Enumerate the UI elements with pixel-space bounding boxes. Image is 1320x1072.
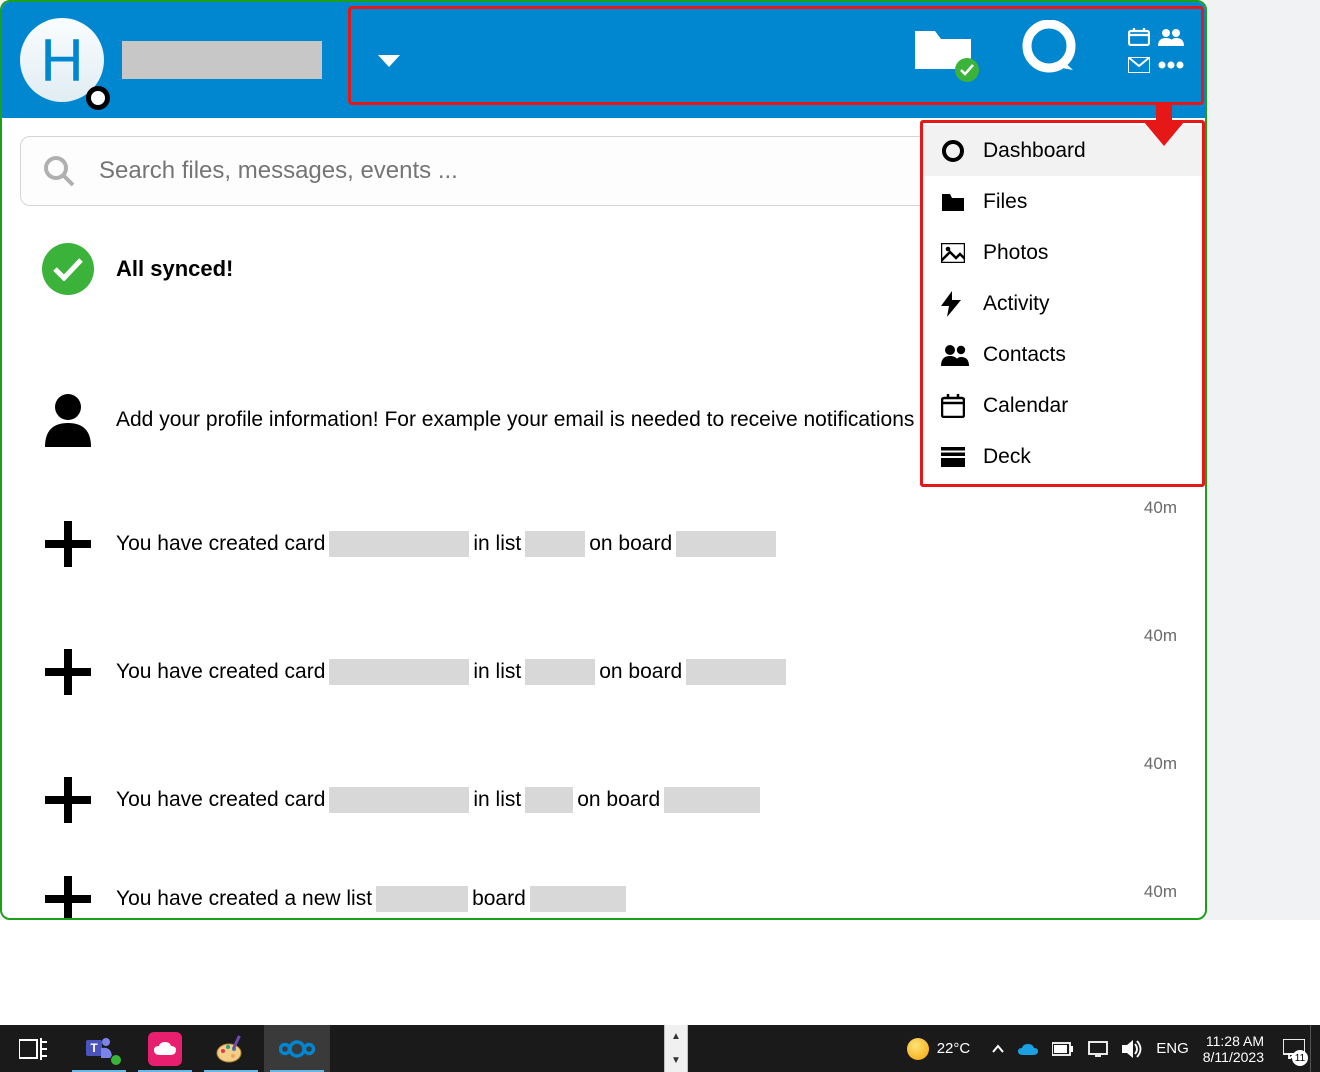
menu-item-label: Activity bbox=[983, 292, 1050, 316]
timestamp: 40m bbox=[1144, 754, 1177, 774]
menu-item-photos[interactable]: Photos bbox=[923, 227, 1202, 278]
menu-item-deck[interactable]: Deck bbox=[923, 431, 1202, 482]
redacted-card-name bbox=[329, 531, 469, 557]
bottom-gap bbox=[0, 920, 1320, 1025]
redacted-list-name bbox=[525, 531, 585, 557]
paint-icon bbox=[215, 1033, 247, 1065]
taskbar-notifications[interactable]: 11 bbox=[1278, 1025, 1310, 1072]
feed-list-created[interactable]: You have created a new list board 40m bbox=[20, 864, 1187, 920]
redacted-card-name bbox=[329, 787, 469, 813]
menu-item-label: Calendar bbox=[983, 394, 1068, 418]
redacted-list-name bbox=[376, 886, 468, 912]
synced-check-icon bbox=[955, 58, 979, 82]
clock-time: 11:28 AM bbox=[1203, 1033, 1264, 1049]
taskview-icon bbox=[19, 1038, 47, 1060]
taskbar-task-view[interactable] bbox=[0, 1025, 66, 1072]
windows-taskbar: T bbox=[0, 1025, 1320, 1072]
battery-icon[interactable] bbox=[1052, 1042, 1074, 1056]
redacted-list-name bbox=[525, 659, 595, 685]
system-tray[interactable]: ENG bbox=[992, 1040, 1189, 1058]
chevron-up-icon[interactable] bbox=[992, 1043, 1004, 1055]
calendar-small-icon bbox=[1128, 28, 1150, 46]
temperature: 22°C bbox=[937, 1040, 971, 1057]
menu-item-label: Deck bbox=[983, 445, 1031, 469]
folder-icon bbox=[941, 192, 975, 212]
plus-icon bbox=[45, 521, 91, 567]
talk-button[interactable] bbox=[1021, 20, 1077, 81]
redacted-card-name bbox=[329, 659, 469, 685]
taskbar-pink-app[interactable] bbox=[132, 1025, 198, 1072]
redacted-board-name bbox=[664, 787, 760, 813]
menu-item-files[interactable]: Files bbox=[923, 176, 1202, 227]
plus-icon bbox=[45, 876, 91, 920]
dashboard-icon bbox=[941, 139, 975, 163]
profile-icon bbox=[43, 393, 93, 447]
redacted-list-name bbox=[525, 787, 573, 813]
search-input[interactable] bbox=[99, 157, 1031, 185]
synced-tick-icon bbox=[42, 243, 94, 295]
scroll-down-icon[interactable]: ▼ bbox=[665, 1049, 687, 1072]
apps-dropdown-menu: Dashboard Files Photos Activity Contacts bbox=[920, 120, 1205, 487]
language-indicator[interactable]: ENG bbox=[1156, 1040, 1189, 1057]
sun-icon bbox=[907, 1038, 929, 1060]
calendar-icon bbox=[941, 394, 975, 418]
talk-icon bbox=[1021, 20, 1077, 76]
scroll-up-icon[interactable]: ▲ bbox=[665, 1025, 687, 1049]
redacted-board-name bbox=[686, 659, 786, 685]
mail-small-icon bbox=[1128, 57, 1150, 73]
right-edge-background bbox=[1207, 0, 1320, 920]
redacted-board-name bbox=[676, 531, 776, 557]
user-name-placeholder[interactable] bbox=[122, 41, 322, 79]
apps-menu-button[interactable] bbox=[1125, 26, 1185, 76]
cloud-app-icon bbox=[148, 1032, 182, 1066]
volume-icon[interactable] bbox=[1122, 1040, 1142, 1058]
avatar-letter: H bbox=[40, 26, 83, 95]
timestamp: 40m bbox=[1144, 882, 1177, 902]
people-small-icon bbox=[1158, 28, 1184, 46]
more-dots-icon bbox=[1158, 60, 1184, 70]
menu-item-activity[interactable]: Activity bbox=[923, 278, 1202, 329]
menu-item-label: Dashboard bbox=[983, 139, 1086, 163]
show-desktop-button[interactable] bbox=[1310, 1025, 1320, 1072]
svg-text:T: T bbox=[90, 1041, 98, 1055]
nextcloud-icon bbox=[279, 1039, 315, 1059]
account-dropdown-caret[interactable] bbox=[378, 55, 400, 74]
files-sync-button[interactable] bbox=[913, 25, 973, 76]
presence-available-icon bbox=[110, 1054, 122, 1066]
status-ring-icon bbox=[86, 86, 110, 110]
taskbar-clock[interactable]: 11:28 AM 8/11/2023 bbox=[1203, 1033, 1264, 1065]
avatar[interactable]: H bbox=[20, 18, 104, 102]
people-icon bbox=[941, 344, 975, 366]
lightning-icon bbox=[941, 291, 975, 317]
timestamp: 40m bbox=[1144, 626, 1177, 646]
taskbar-scroll[interactable]: ▲ ▼ bbox=[664, 1025, 688, 1072]
onedrive-icon[interactable] bbox=[1018, 1042, 1038, 1056]
photo-icon bbox=[941, 243, 975, 263]
taskbar-nextcloud[interactable] bbox=[264, 1025, 330, 1072]
network-icon[interactable] bbox=[1088, 1041, 1108, 1057]
taskbar-teams[interactable]: T bbox=[66, 1025, 132, 1072]
notification-count: 11 bbox=[1292, 1050, 1308, 1066]
redacted-board-name bbox=[530, 886, 626, 912]
menu-item-calendar[interactable]: Calendar bbox=[923, 380, 1202, 431]
deck-icon bbox=[941, 447, 975, 467]
feed-card-created[interactable]: You have created card in list on board 4… bbox=[20, 480, 1187, 608]
menu-item-label: Photos bbox=[983, 241, 1048, 265]
search-icon bbox=[43, 155, 75, 187]
menu-item-label: Contacts bbox=[983, 343, 1066, 367]
plus-icon bbox=[45, 649, 91, 695]
feed-card-created[interactable]: You have created card in list on board 4… bbox=[20, 736, 1187, 864]
annotation-arrow-icon bbox=[1144, 102, 1184, 151]
menu-item-label: Files bbox=[983, 190, 1027, 214]
timestamp: 40m bbox=[1144, 498, 1177, 518]
plus-icon bbox=[45, 777, 91, 823]
topbar: H bbox=[2, 2, 1205, 118]
feed-card-created[interactable]: You have created card in list on board 4… bbox=[20, 608, 1187, 736]
clock-date: 8/11/2023 bbox=[1203, 1049, 1264, 1065]
synced-text: All synced! bbox=[116, 256, 233, 282]
taskbar-paint[interactable] bbox=[198, 1025, 264, 1072]
taskbar-weather[interactable]: 22°C bbox=[907, 1038, 971, 1060]
menu-item-contacts[interactable]: Contacts bbox=[923, 329, 1202, 380]
